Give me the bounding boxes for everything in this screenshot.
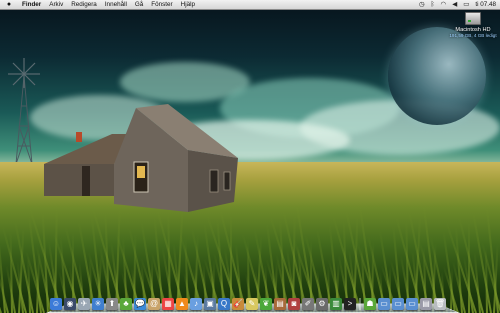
status-area: ◷ ᛒ ◠ ◀ ▭ ti 07.48: [419, 0, 500, 9]
bluetooth-icon[interactable]: ᛒ: [431, 0, 435, 9]
farmhouse: [44, 104, 238, 212]
mail-icon[interactable]: ✈: [78, 298, 90, 310]
volume-icon[interactable]: ◀: [452, 0, 457, 9]
settings-icon[interactable]: ⚙: [316, 298, 328, 310]
upload-icon[interactable]: ⬆: [106, 298, 118, 310]
address-book-icon[interactable]: @: [148, 298, 160, 310]
hd-info: 191,59 GB, 4 GB ledigt: [449, 33, 497, 38]
desktop-wallpaper: [0, 0, 500, 313]
quicktime-icon[interactable]: Q: [218, 298, 230, 310]
safari-icon[interactable]: ✳: [92, 298, 104, 310]
pencil-icon[interactable]: ✐: [302, 298, 314, 310]
iphoto-icon[interactable]: ▣: [204, 298, 216, 310]
moon: [388, 27, 486, 125]
dock-separator: [359, 298, 361, 310]
macintosh-hd-desktop-icon[interactable]: Macintosh HD 191,59 GB, 4 GB ledigt: [448, 12, 498, 38]
ichat-icon[interactable]: 💬: [134, 298, 146, 310]
time-machine-icon[interactable]: ◷: [419, 0, 425, 9]
terminal-icon[interactable]: >: [344, 298, 356, 310]
menu-innehall[interactable]: Innehåll: [101, 0, 131, 9]
finder-icon[interactable]: ☺: [50, 298, 62, 310]
vlc-icon[interactable]: ▲: [176, 298, 188, 310]
itunes-icon[interactable]: ♪: [190, 298, 202, 310]
downloads-folder-icon[interactable]: ▭: [406, 298, 418, 310]
menu-app-finder[interactable]: Finder: [18, 0, 45, 9]
menu-hjalp[interactable]: Hjälp: [177, 0, 199, 9]
preview-icon[interactable]: ▤: [274, 298, 286, 310]
wifi-icon[interactable]: ◠: [441, 0, 447, 9]
menu-bar: ● Finder Arkiv Redigera Innehåll Gå Föns…: [0, 0, 500, 10]
battery-icon[interactable]: ▭: [463, 0, 469, 9]
android-app-icon[interactable]: ☗: [364, 298, 376, 310]
menu-ga[interactable]: Gå: [131, 0, 147, 9]
dock: ☺ ◉ ✈ ✳ ⬆ ♣ 💬 @ ▦ ▲ ♪ ▣ Q 🎸 ✎ ❦ ▤ ◙ ✐ ⚙ ▥ > ☗ ▭ ▭ ▭ ▤ 🗑: [46, 290, 460, 313]
notes-icon[interactable]: ✎: [246, 298, 258, 310]
trash-icon[interactable]: 🗑: [434, 298, 446, 310]
apple-icon[interactable]: ●: [0, 0, 18, 9]
stack-icon[interactable]: ▤: [420, 298, 432, 310]
dock-items: ☺ ◉ ✈ ✳ ⬆ ♣ 💬 @ ▦ ▲ ♪ ▣ Q 🎸 ✎ ❦ ▤ ◙ ✐ ⚙ ▥ > ☗ ▭ ▭ ▭ ▤ 🗑: [50, 298, 446, 310]
menu-arkiv[interactable]: Arkiv: [45, 0, 67, 9]
garageband-icon[interactable]: 🎸: [232, 298, 244, 310]
applications-folder-icon[interactable]: ▭: [378, 298, 390, 310]
photo-booth-icon[interactable]: ◙: [288, 298, 300, 310]
adium-icon[interactable]: ♣: [120, 298, 132, 310]
calendar-icon[interactable]: ▦: [162, 298, 174, 310]
documents-folder-icon[interactable]: ▭: [392, 298, 404, 310]
dashboard-icon[interactable]: ◉: [64, 298, 76, 310]
activity-icon[interactable]: ▥: [330, 298, 342, 310]
menu-redigera[interactable]: Redigera: [67, 0, 101, 9]
menu-fonster[interactable]: Fönster: [147, 0, 176, 9]
clock[interactable]: ti 07.48: [475, 0, 496, 9]
leaf-icon[interactable]: ❦: [260, 298, 272, 310]
hard-drive-icon: [465, 12, 481, 25]
